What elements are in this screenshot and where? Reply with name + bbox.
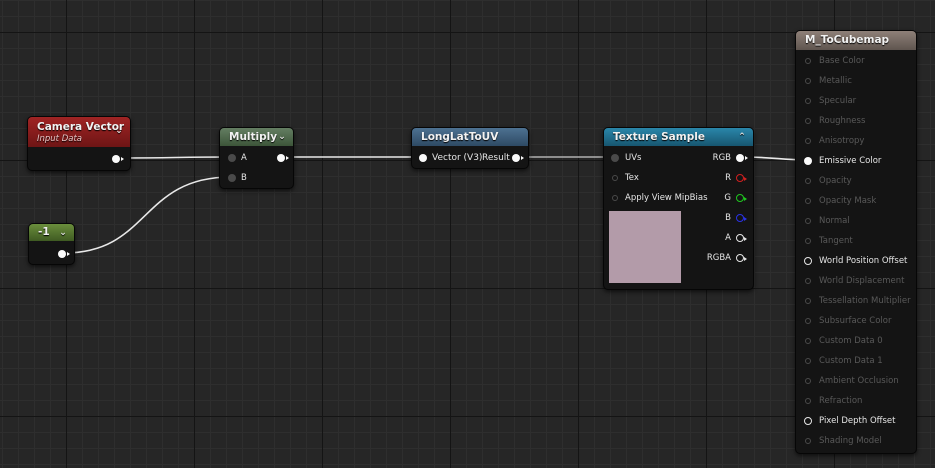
material-pin[interactable]	[805, 98, 811, 104]
material-pin[interactable]	[805, 238, 811, 244]
multiply-header[interactable]: Multiply ⌄	[220, 128, 293, 146]
texture-rgb-pin[interactable]	[736, 154, 748, 162]
material-pin[interactable]	[805, 438, 811, 444]
material-pin-label: Tangent	[819, 236, 853, 246]
constant-node[interactable]: -1 ⌄	[28, 223, 75, 265]
texture-rgba-label: RGBA	[706, 253, 731, 263]
texture-g-label: G	[724, 193, 731, 203]
multiply-node[interactable]: Multiply ⌄ A B	[219, 127, 294, 189]
material-pin[interactable]	[805, 398, 811, 404]
texture-uvs-label: UVs	[625, 153, 642, 163]
multiply-input-a-label: A	[241, 153, 247, 163]
material-pin-label: Specular	[819, 96, 857, 106]
material-pin-label: Opacity Mask	[819, 196, 877, 206]
constant-value: -1	[38, 226, 50, 238]
texture-b-pin[interactable]	[736, 214, 747, 222]
material-pin[interactable]	[805, 338, 811, 344]
chevron-down-icon[interactable]: ⌄	[114, 126, 124, 136]
chevron-down-icon[interactable]: ⌄	[58, 228, 68, 238]
material-pin-label: Base Color	[819, 56, 865, 66]
longlat-header[interactable]: LongLatToUV	[412, 128, 528, 146]
texture-g-pin[interactable]	[736, 194, 747, 202]
texture-tex-label: Tex	[625, 173, 639, 183]
material-pin-label: Normal	[819, 216, 850, 226]
texture-b-label: B	[725, 213, 731, 223]
texture-rgb-label: RGB	[712, 153, 731, 163]
material-pin-label: Subsurface Color	[819, 316, 892, 326]
multiply-output-pin[interactable]	[277, 154, 289, 162]
material-pin-label: World Position Offset	[819, 256, 908, 266]
multiply-input-a-pin[interactable]	[228, 154, 236, 162]
multiply-title: Multiply	[229, 130, 278, 143]
camera-vector-subtitle: Input Data	[37, 134, 83, 144]
material-pin[interactable]	[805, 198, 811, 204]
material-title: M_ToCubemap	[805, 34, 890, 46]
texture-mipbias-label: Apply View MipBias	[625, 193, 708, 203]
material-pin-label: Pixel Depth Offset	[819, 416, 896, 426]
longlat-title: LongLatToUV	[421, 130, 499, 143]
texture-r-pin[interactable]	[736, 174, 747, 182]
material-pin[interactable]	[805, 58, 811, 64]
material-pin-label: Custom Data 1	[819, 356, 883, 366]
material-pin[interactable]	[804, 157, 812, 165]
longlat-output-pin[interactable]	[512, 154, 524, 162]
wire-camera-to-multiply-a	[120, 156, 232, 159]
texture-tex-pin[interactable]	[612, 175, 618, 181]
material-pin[interactable]	[804, 257, 812, 265]
texture-sample-node[interactable]: Texture Sample ⌃ UVs Tex Apply View MipB…	[603, 127, 754, 290]
texture-a-pin[interactable]	[736, 234, 747, 242]
constant-header[interactable]: -1 ⌄	[29, 224, 74, 241]
material-pin[interactable]	[805, 298, 811, 304]
material-pin-label: Opacity	[819, 176, 852, 186]
material-pin-label: Metallic	[819, 76, 852, 86]
camera-vector-header[interactable]: Camera Vector Input Data ⌄	[28, 117, 130, 147]
texture-preview	[609, 211, 681, 283]
material-pin-label: Roughness	[819, 116, 866, 126]
multiply-input-b-label: B	[241, 173, 247, 183]
material-pin-label: World Displacement	[819, 276, 905, 286]
chevron-up-icon[interactable]: ⌃	[737, 132, 747, 142]
material-pin[interactable]	[805, 378, 811, 384]
material-pin[interactable]	[805, 318, 811, 324]
material-header[interactable]: M_ToCubemap	[796, 31, 916, 50]
chevron-down-icon[interactable]: ⌄	[277, 132, 287, 142]
material-pin-label: Custom Data 0	[819, 336, 883, 346]
material-pin[interactable]	[805, 218, 811, 224]
texture-rgba-pin[interactable]	[736, 254, 747, 262]
material-pin-label: Shading Model	[819, 436, 882, 446]
texture-r-label: R	[725, 173, 731, 183]
material-pin-label: Refraction	[819, 396, 863, 406]
material-pin-label: Ambient Occlusion	[819, 376, 899, 386]
wire-constant-to-multiply-b	[63, 176, 232, 254]
material-pin[interactable]	[805, 138, 811, 144]
material-result-node[interactable]: M_ToCubemap Base Color Metallic Specular Ro…	[795, 30, 917, 454]
material-pin-label: Anisotropy	[819, 136, 865, 146]
multiply-input-b-pin[interactable]	[228, 174, 236, 182]
material-pin-label: Emissive Color	[819, 156, 882, 166]
material-pin[interactable]	[805, 178, 811, 184]
constant-output-pin[interactable]	[58, 250, 70, 258]
material-pin-label: Tessellation Multiplier	[819, 296, 911, 306]
camera-vector-node[interactable]: Camera Vector Input Data ⌄	[27, 116, 131, 171]
material-pin[interactable]	[805, 118, 811, 124]
material-pin[interactable]	[805, 358, 811, 364]
texture-a-label: A	[725, 233, 731, 243]
texture-sample-header[interactable]: Texture Sample ⌃	[604, 128, 753, 146]
texture-sample-title: Texture Sample	[613, 130, 705, 143]
texture-mipbias-pin[interactable]	[612, 195, 618, 201]
longlat-input-label: Vector (V3)	[432, 153, 483, 163]
material-pin[interactable]	[805, 78, 811, 84]
texture-uvs-pin[interactable]	[611, 154, 619, 162]
longlat-output-label: Result	[482, 153, 510, 163]
camera-vector-output-pin[interactable]	[112, 155, 124, 163]
camera-vector-title: Camera Vector	[37, 121, 125, 133]
longlat-input-pin[interactable]	[419, 154, 427, 162]
longlat-to-uv-node[interactable]: LongLatToUV Vector (V3) Result	[411, 127, 529, 169]
material-pin[interactable]	[805, 278, 811, 284]
material-pin[interactable]	[804, 417, 812, 425]
